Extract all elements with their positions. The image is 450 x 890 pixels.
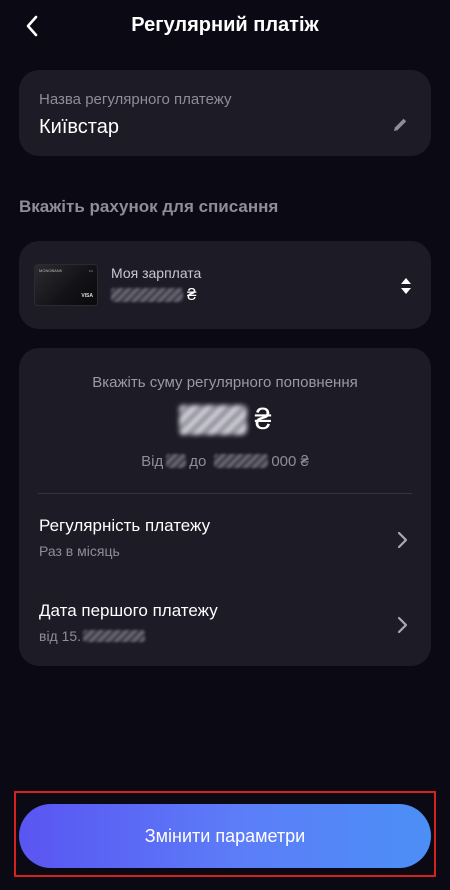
range-to-label: до xyxy=(189,452,207,470)
account-balance: ₴ xyxy=(111,285,197,304)
blurred-amount xyxy=(178,405,247,435)
change-parameters-button[interactable]: Змінити параметри xyxy=(19,804,431,868)
first-payment-row[interactable]: Дата першого платежу від 15. xyxy=(19,593,431,655)
amount-label: Вкажіть суму регулярного поповнення xyxy=(92,374,358,391)
account-section-title: Вкажіть рахунок для списання xyxy=(19,197,279,216)
divider xyxy=(38,493,412,494)
range-max-suffix: 000 ₴ xyxy=(271,452,309,470)
amount-range: Від до 000 ₴ xyxy=(19,451,431,471)
frequency-title: Регулярність платежу xyxy=(39,516,211,535)
visa-logo: VISA xyxy=(81,293,93,299)
first-payment-value: від 15. xyxy=(39,628,146,644)
chevron-right-icon xyxy=(397,616,408,634)
chevron-right-icon xyxy=(397,531,408,549)
screen: Регулярний платіж Назва регулярного плат… xyxy=(0,0,450,890)
page-title: Регулярний платіж xyxy=(131,14,319,36)
amount-currency: ₴ xyxy=(254,403,272,436)
bank-card-image: MONOBANK ••• VISA xyxy=(34,264,98,306)
frequency-row[interactable]: Регулярність платежу Раз в місяць xyxy=(19,508,431,570)
payment-name-value: Київстар xyxy=(39,116,119,138)
up-down-arrows-icon xyxy=(401,278,411,294)
account-selector[interactable]: MONOBANK ••• VISA Моя зарплата ₴ xyxy=(19,241,431,329)
amount-input[interactable]: ₴ xyxy=(19,400,431,440)
payment-name-card[interactable]: Назва регулярного платежу Київстар xyxy=(19,70,431,156)
account-name: Моя зарплата xyxy=(111,265,202,281)
first-payment-title: Дата першого платежу xyxy=(39,601,218,620)
payment-name-label: Назва регулярного платежу xyxy=(39,91,232,108)
payment-settings-card: Вкажіть суму регулярного поповнення ₴ Ві… xyxy=(19,348,431,666)
frequency-value: Раз в місяць xyxy=(39,543,120,559)
header: Регулярний платіж xyxy=(0,0,450,52)
pencil-icon xyxy=(394,118,407,131)
range-from-label: Від xyxy=(141,452,164,470)
account-currency: ₴ xyxy=(187,285,197,304)
edit-name-button[interactable] xyxy=(389,114,411,136)
blurred-balance xyxy=(111,288,183,302)
account-switch-button[interactable] xyxy=(399,275,413,297)
